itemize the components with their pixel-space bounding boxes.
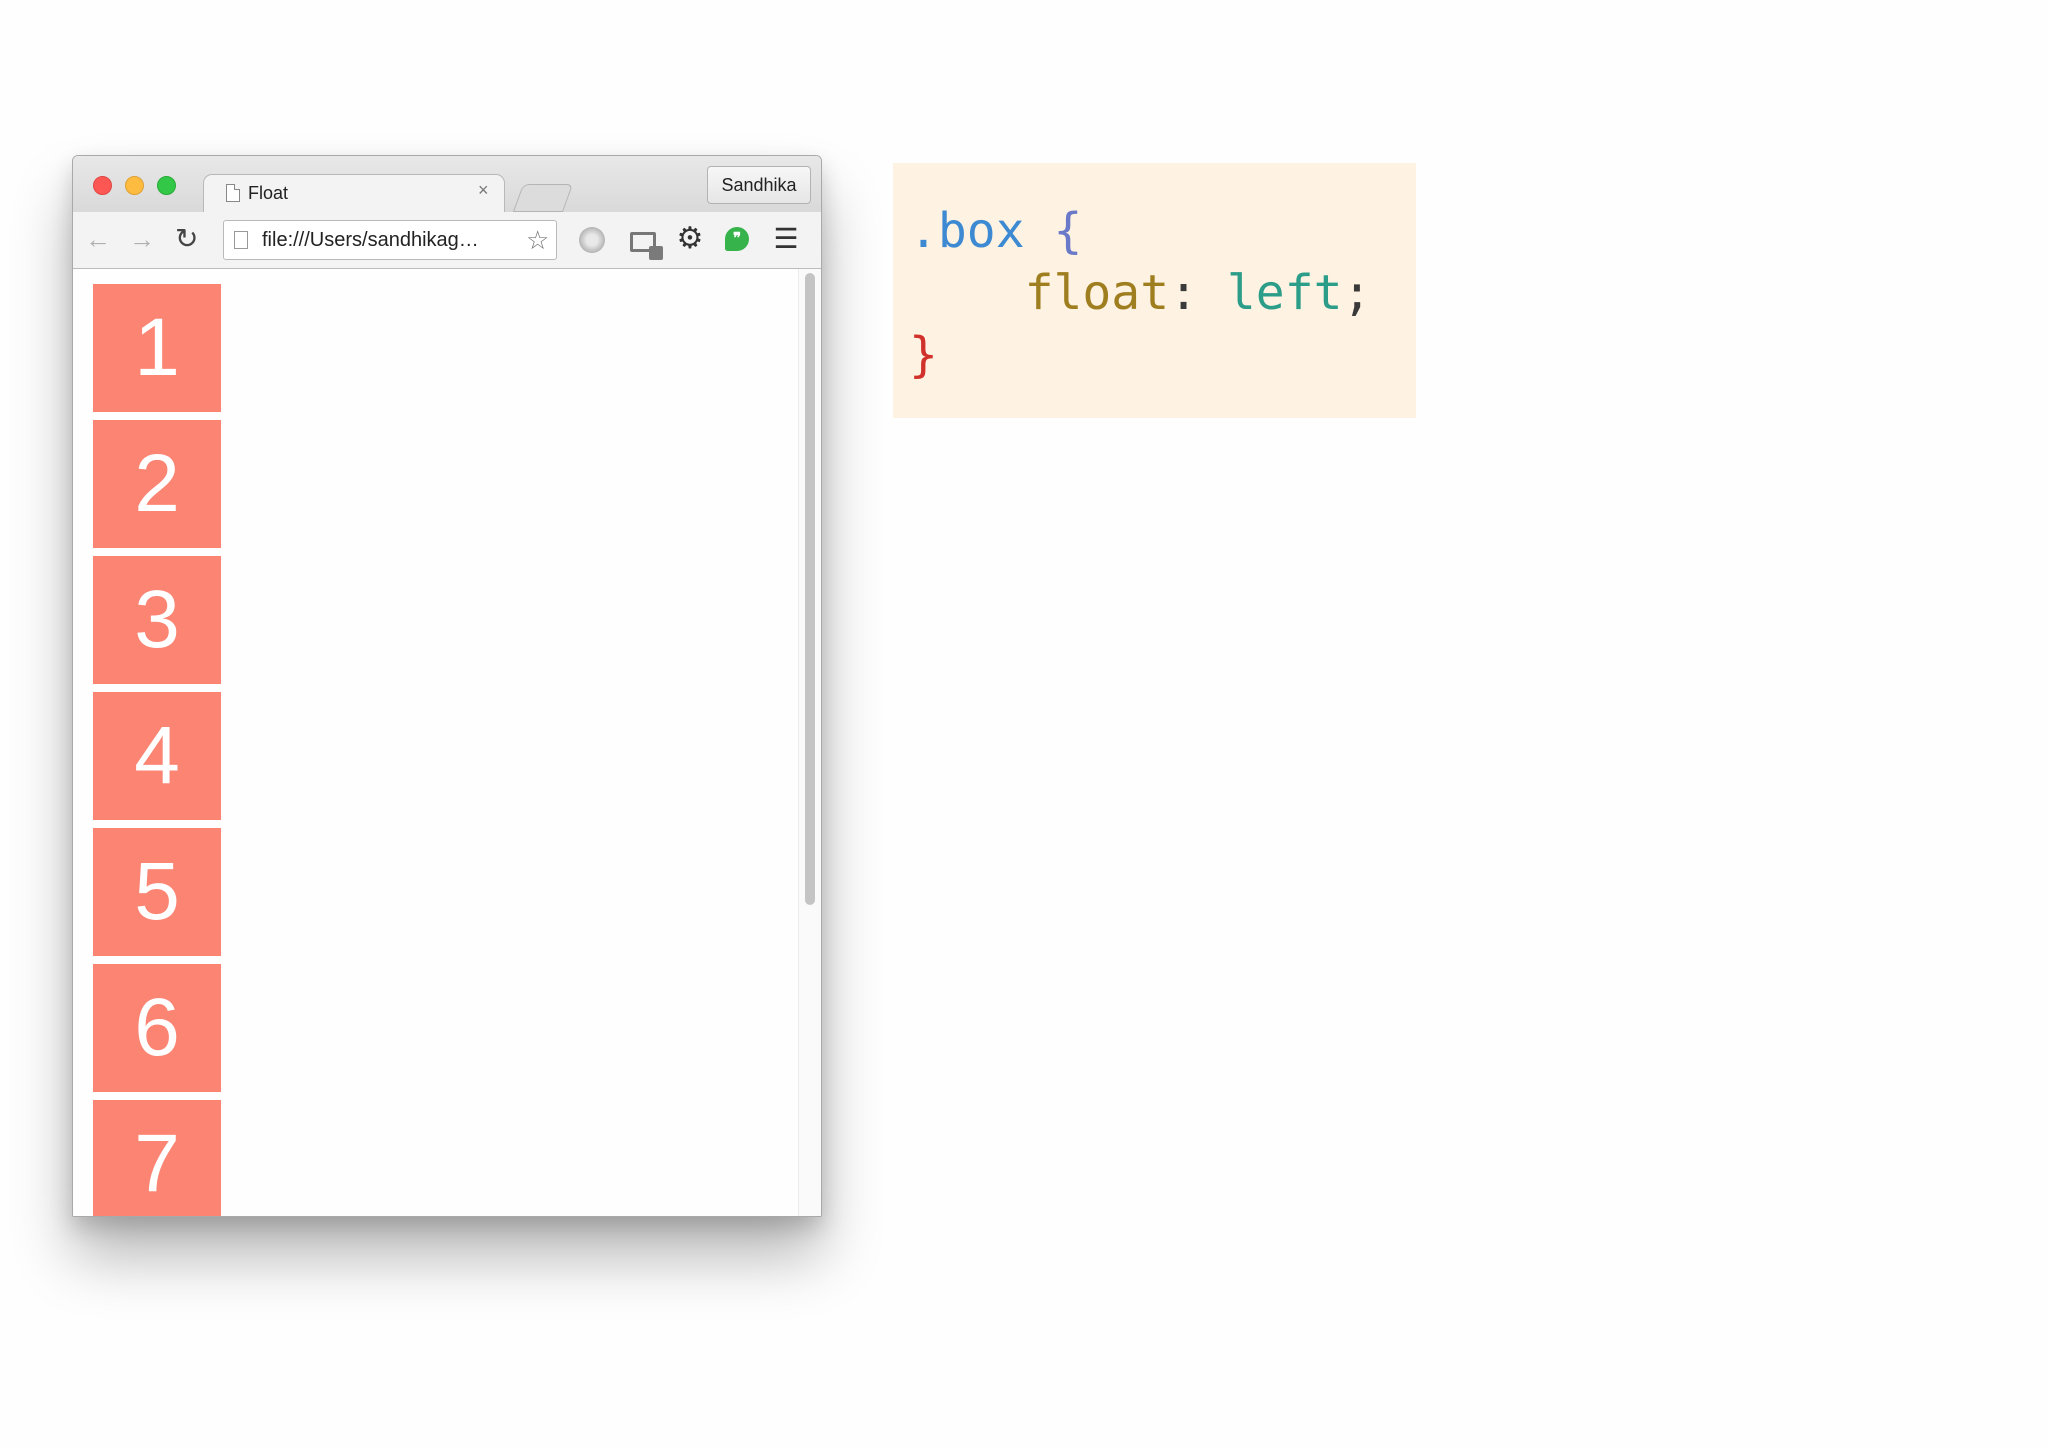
chat-extension-icon[interactable]: ❞ (725, 227, 749, 251)
colon: : (1169, 265, 1198, 321)
page-icon (226, 184, 240, 202)
code-line-selector: .box { (909, 203, 1082, 259)
minimize-window-button[interactable] (125, 176, 144, 195)
box-6: 6 (93, 964, 221, 1092)
css-selector: .box (909, 203, 1025, 259)
tab-content: Float × (218, 178, 498, 214)
page-icon (234, 231, 248, 249)
profile-button[interactable]: Sandhika (707, 166, 811, 204)
zoom-window-button[interactable] (157, 176, 176, 195)
title-bar: Float × Sandhika (73, 156, 821, 215)
back-arrow-icon[interactable]: ← (85, 224, 111, 254)
address-bar[interactable]: file:///Users/sandhikag… ☆ (223, 220, 557, 260)
browser-window: Float × Sandhika ← → ↻ file:///Users/san… (72, 155, 822, 1217)
url-text[interactable]: file:///Users/sandhikag… (262, 229, 479, 252)
close-window-button[interactable] (93, 176, 112, 195)
gear-icon[interactable]: ⚙ (675, 224, 705, 254)
bookmark-star-icon[interactable]: ☆ (526, 225, 549, 255)
box-3: 3 (93, 556, 221, 684)
code-line-declaration: float: left; (909, 265, 1372, 321)
box-5: 5 (93, 828, 221, 956)
open-brace: { (1053, 203, 1083, 259)
tab-title: Float (248, 183, 289, 203)
box-1: 1 (93, 284, 221, 412)
toolbar: ← → ↻ file:///Users/sandhikag… ☆ ⚙ ❞ ☰ (73, 212, 821, 269)
code-line-close: } (909, 327, 938, 383)
css-property: float (1024, 265, 1170, 321)
semicolon: ; (1342, 265, 1372, 321)
page-viewport: 1 2 3 4 5 6 7 (73, 269, 821, 1216)
scrollbar-thumb[interactable] (805, 273, 815, 905)
close-brace: } (909, 327, 938, 383)
css-value: left (1226, 265, 1343, 321)
extension-hand-icon[interactable] (579, 227, 605, 253)
hamburger-menu-icon[interactable]: ☰ (771, 224, 801, 254)
box-2: 2 (93, 420, 221, 548)
forward-arrow-icon[interactable]: → (129, 224, 155, 254)
reload-icon[interactable]: ↻ (175, 224, 198, 254)
mail-badge-icon (649, 246, 663, 260)
box-4: 4 (93, 692, 221, 820)
vertical-scrollbar[interactable] (798, 269, 821, 1216)
code-snippet: .box { float: left; } (893, 163, 1416, 418)
new-tab-button[interactable] (512, 184, 574, 212)
tab-close-icon[interactable]: × (478, 181, 489, 199)
box-7: 7 (93, 1100, 221, 1216)
